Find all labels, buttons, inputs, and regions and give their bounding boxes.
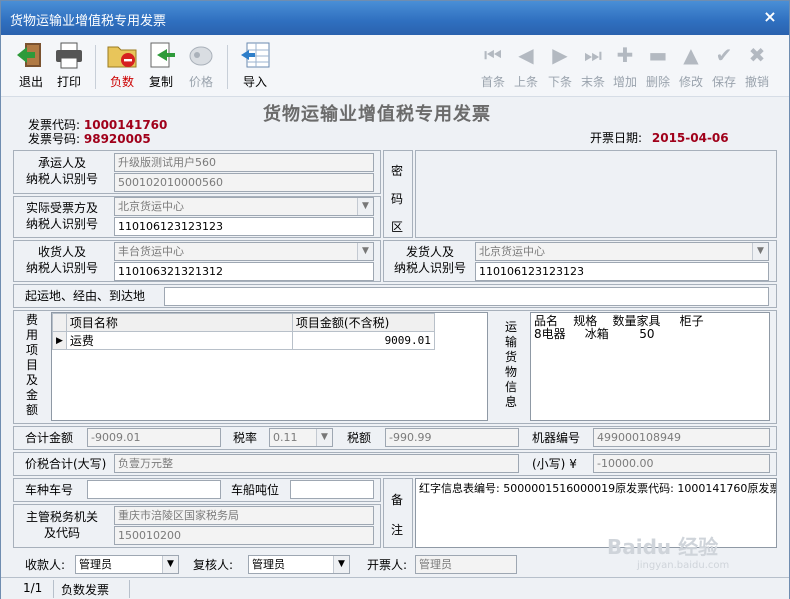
import-button[interactable]: 导入	[235, 41, 275, 93]
consignee-label: 收货人及 纳税人识别号	[25, 245, 98, 275]
invoice-date-row: 开票日期: 2015-04-06	[590, 131, 729, 145]
row-pointer-icon: ▶	[52, 331, 67, 350]
cargo-vertical-label: 运输货物信息	[504, 320, 517, 409]
invoice-number: 98920005	[83, 132, 151, 146]
price-button[interactable]: 价格	[181, 41, 221, 93]
price-icon	[185, 41, 217, 69]
fees-header-row: 项目名称 项目金额(不含税)	[52, 313, 435, 332]
total-words-field: 负壹万元整	[114, 454, 519, 473]
password-area-label: 密码区	[390, 164, 403, 234]
remarks-label: 备注	[390, 493, 403, 537]
copy-button[interactable]: 复制	[141, 41, 181, 93]
triangle-icon: ▲	[683, 43, 699, 67]
total-words-label: 价税合计(大写)	[25, 457, 107, 471]
first-record-icon: ⏮	[484, 43, 502, 67]
recipient-tax-id-field[interactable]: 110106123123123	[114, 217, 374, 236]
consignee-tax-id-field[interactable]: 110106321321312	[114, 262, 374, 281]
invoice-form: 货物运输业增值税专用发票 发票代码: 1000141760 发票号码: 9892…	[1, 97, 789, 575]
consignor-label: 发货人及 纳税人识别号	[393, 245, 466, 275]
print-button[interactable]: 打印	[49, 41, 89, 93]
status-bar: 1/1 负数发票	[1, 577, 789, 599]
prev-record-icon: ◀	[518, 43, 534, 67]
title-bar: 货物运输业增值税专用发票 ×	[1, 1, 789, 35]
consignee-name-combo[interactable]: 丰台货运中心 ▼	[114, 242, 374, 261]
status-invoice-type: 负数发票	[61, 583, 110, 597]
recipient-label: 实际受票方及 纳税人识别号	[25, 201, 98, 231]
printer-icon	[53, 41, 85, 69]
route-label: 起运地、经由、到达地	[25, 289, 146, 303]
window-title: 货物运输业增值税专用发票	[10, 14, 167, 29]
invoice-title: 货物运输业增值税专用发票	[263, 104, 491, 125]
machine-number-field: 499000108949	[593, 428, 770, 447]
authority-name-field: 重庆市涪陵区国家税务局	[114, 506, 374, 525]
cancel-button[interactable]: ✖ 撤销	[737, 41, 777, 93]
carrier-name-field[interactable]: 升级版测试用户560	[114, 153, 374, 172]
reviewer-label: 复核人:	[193, 558, 234, 572]
route-field[interactable]	[164, 287, 769, 306]
carrier-label: 承运人及 纳税人识别号	[25, 156, 98, 186]
authority-label: 主管税务机关 及代码	[25, 510, 98, 540]
plus-icon: ✚	[616, 43, 634, 67]
watermark: Baidu 经验 jingyan.baidu.com	[607, 535, 730, 571]
fee-amount-cell[interactable]: 9009.01	[291, 331, 435, 350]
col-item-name: 项目名称	[65, 313, 293, 332]
chevron-down-icon[interactable]: ▼	[316, 429, 332, 446]
consignor-name-combo[interactable]: 北京货运中心 ▼	[475, 242, 769, 261]
copy-icon	[145, 41, 177, 69]
password-area	[415, 150, 777, 238]
tax-label: 税额	[347, 431, 372, 445]
minus-icon: ▬	[648, 43, 668, 67]
cross-icon: ✖	[748, 43, 766, 67]
chevron-down-icon[interactable]: ▼	[162, 556, 178, 573]
fees-vertical-label: 费用项目及金额	[25, 313, 38, 417]
authority-code-field: 150010200	[114, 526, 374, 545]
col-item-amount: 项目金额(不含税)	[291, 313, 435, 332]
invoice-number-row: 发票号码: 98920005	[28, 132, 151, 146]
fees-grid: 项目名称 项目金额(不含税) ▶ 运费 9009.01	[51, 312, 488, 421]
reviewer-combo[interactable]: 管理员 ▼	[248, 555, 350, 574]
recipient-name-combo[interactable]: 北京货运中心 ▼	[114, 197, 374, 216]
next-record-icon: ▶	[552, 43, 568, 67]
sum-field: -9009.01	[87, 428, 221, 447]
issuer-label: 开票人:	[367, 558, 408, 572]
invoice-date: 2015-04-06	[651, 131, 729, 145]
total-small-field: -10000.00	[593, 454, 770, 473]
table-row[interactable]: ▶ 运费 9009.01	[52, 331, 435, 350]
tonnage-field[interactable]	[290, 480, 374, 499]
chevron-down-icon[interactable]: ▼	[357, 198, 373, 215]
toolbar: 退出 打印 负数 复制 价格 导入 ⏮ 首条 ◀ 上条 ▶ 下条 ⏭ 末条 ✚ …	[1, 35, 789, 97]
carrier-tax-id-field[interactable]: 500102010000560	[114, 173, 374, 192]
toolbar-separator	[227, 45, 228, 89]
payee-label: 收款人:	[25, 558, 66, 572]
fees-table: 项目名称 项目金额(不含税) ▶ 运费 9009.01	[52, 313, 435, 350]
folder-minus-icon	[106, 41, 138, 69]
negative-invoice-button[interactable]: 负数	[102, 41, 142, 93]
cargo-info-textarea[interactable]: 品名 规格 数量家具 柜子 8电器 冰箱 50	[530, 312, 770, 421]
toolbar-separator	[95, 45, 96, 89]
vehicle-field[interactable]	[87, 480, 221, 499]
exit-icon	[15, 41, 47, 69]
close-button[interactable]: ×	[757, 6, 783, 28]
import-icon	[239, 41, 271, 69]
consignor-tax-id-field[interactable]: 110106123123123	[475, 262, 769, 281]
exit-button[interactable]: 退出	[11, 41, 51, 93]
machine-number-label: 机器编号	[532, 431, 581, 445]
invoice-window: 货物运输业增值税专用发票 × 退出 打印 负数 复制 价格 导入 ⏮ 首条 ◀ …	[0, 0, 790, 599]
vehicle-label: 车种车号	[25, 483, 74, 497]
payee-combo[interactable]: 管理员 ▼	[75, 555, 179, 574]
sum-label: 合计金额	[25, 431, 74, 445]
status-page: 1/1	[23, 581, 43, 595]
total-small-label: (小写) ¥	[532, 457, 577, 471]
rate-combo[interactable]: 0.11 ▼	[269, 428, 333, 447]
tonnage-label: 车船吨位	[231, 483, 280, 497]
chevron-down-icon[interactable]: ▼	[333, 556, 349, 573]
fee-item-cell[interactable]: 运费	[65, 331, 293, 350]
chevron-down-icon[interactable]: ▼	[357, 243, 373, 260]
issuer-field: 管理员	[415, 555, 517, 574]
tax-field: -990.99	[385, 428, 519, 447]
checkmark-icon: ✔	[715, 43, 733, 67]
rate-label: 税率	[233, 431, 258, 445]
chevron-down-icon[interactable]: ▼	[752, 243, 768, 260]
